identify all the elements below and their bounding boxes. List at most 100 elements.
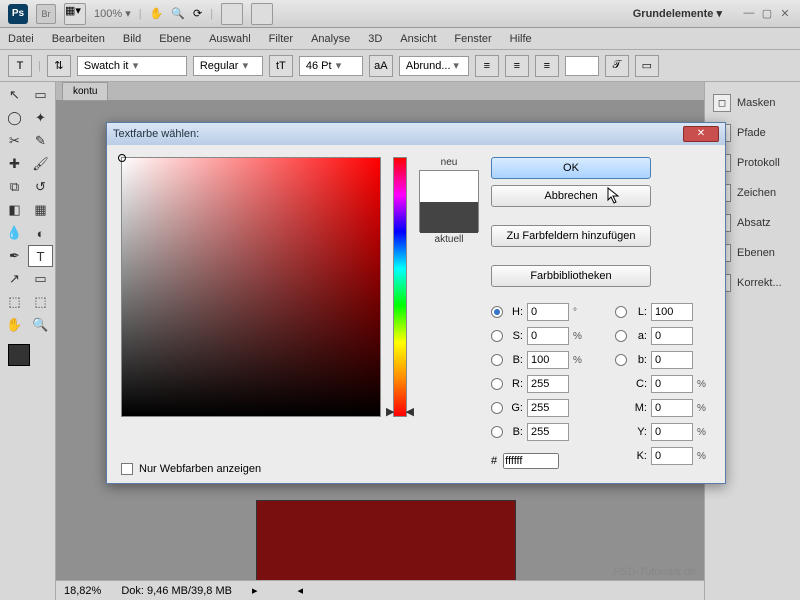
move-tool[interactable]: ↖ [2, 84, 27, 106]
close-button[interactable]: ✕ [778, 7, 792, 21]
radio-b[interactable] [491, 354, 503, 366]
ok-button[interactable]: OK [491, 157, 651, 179]
workspace-selector[interactable]: Grundelemente ▾ [633, 7, 722, 20]
screen-mode-button[interactable] [221, 3, 243, 25]
input-lb[interactable] [651, 351, 693, 369]
zoom-icon[interactable]: 🔍 [171, 7, 185, 20]
brush-tool[interactable]: 🖌 [28, 153, 53, 175]
crop-tool[interactable]: ✂ [2, 130, 27, 152]
gradient-tool[interactable]: ▦ [28, 199, 53, 221]
zoom-level[interactable]: 100% ▾ [94, 7, 131, 20]
input-hex[interactable] [503, 453, 559, 469]
foreground-color[interactable] [8, 344, 30, 366]
dodge-tool[interactable]: ◐ [28, 222, 53, 244]
radio-l[interactable] [615, 306, 627, 318]
dialog-close-button[interactable]: ✕ [683, 126, 719, 142]
dialog-titlebar[interactable]: Textfarbe wählen: ✕ [107, 123, 725, 145]
input-c[interactable] [651, 375, 693, 393]
wand-tool[interactable]: ✦ [28, 107, 53, 129]
zoom-readout[interactable]: 18,82% [64, 585, 101, 597]
font-family-select[interactable]: Swatch it▾ [77, 56, 187, 76]
input-l[interactable] [651, 303, 693, 321]
document-tab[interactable]: kontu [62, 82, 108, 101]
anti-alias-select[interactable]: Abrund...▾ [399, 56, 469, 76]
radio-g[interactable] [491, 402, 503, 414]
input-g[interactable] [527, 399, 569, 417]
align-left-button[interactable]: ≡ [475, 55, 499, 77]
menu-datei[interactable]: Datei [8, 33, 34, 45]
add-swatch-button[interactable]: Zu Farbfeldern hinzufügen [491, 225, 651, 247]
color-swatches[interactable] [2, 342, 53, 378]
web-colors-checkbox[interactable] [121, 463, 133, 475]
color-libraries-button[interactable]: Farbbibliotheken [491, 265, 651, 287]
align-center-button[interactable]: ≡ [505, 55, 529, 77]
pen-tool[interactable]: ✒ [2, 245, 27, 267]
radio-lb[interactable] [615, 354, 627, 366]
input-r[interactable] [527, 375, 569, 393]
maximize-button[interactable]: ▢ [760, 7, 774, 21]
input-bb[interactable] [527, 423, 569, 441]
statusbar: 18,82% Dok: 9,46 MB/39,8 MB ▸◂ [56, 580, 704, 600]
type-tool[interactable]: T [28, 245, 53, 267]
input-k[interactable] [651, 447, 693, 465]
eyedropper-tool[interactable]: ✎ [28, 130, 53, 152]
warp-text-button[interactable]: 𝒯 [605, 55, 629, 77]
menu-fenster[interactable]: Fenster [454, 33, 491, 45]
radio-h[interactable] [491, 306, 503, 318]
bridge-button[interactable]: Br [36, 4, 56, 24]
input-b[interactable] [527, 351, 569, 369]
cancel-button[interactable]: Abbrechen [491, 185, 651, 207]
3d-tool[interactable]: ⬚ [2, 291, 27, 313]
panel-masken[interactable]: ◻Masken [709, 88, 796, 118]
lasso-tool[interactable]: ◯ [2, 107, 27, 129]
hue-slider[interactable]: ▶◀ [393, 157, 407, 417]
menu-3d[interactable]: 3D [368, 33, 382, 45]
radio-r[interactable] [491, 378, 503, 390]
text-color-swatch[interactable] [565, 56, 599, 76]
align-right-button[interactable]: ≡ [535, 55, 559, 77]
color-field[interactable] [121, 157, 381, 417]
3d-camera-tool[interactable]: ⬚ [28, 291, 53, 313]
menu-ebene[interactable]: Ebene [159, 33, 191, 45]
marquee-tool[interactable]: ▭ [28, 84, 53, 106]
orientation-button[interactable]: ⇅ [47, 55, 71, 77]
color-marker[interactable] [118, 154, 126, 162]
character-panel-button[interactable]: ▭ [635, 55, 659, 77]
aa-label: aA [369, 55, 393, 77]
hand-icon[interactable]: ✋ [150, 7, 164, 20]
hand-tool[interactable]: ✋ [2, 314, 27, 336]
menu-hilfe[interactable]: Hilfe [510, 33, 532, 45]
radio-s[interactable] [491, 330, 503, 342]
menubar: Datei Bearbeiten Bild Ebene Auswahl Filt… [0, 28, 800, 50]
menu-analyse[interactable]: Analyse [311, 33, 350, 45]
font-size-select[interactable]: 46 Pt▾ [299, 56, 363, 76]
arrange-button[interactable]: ▦▾ [64, 3, 86, 25]
stamp-tool[interactable]: ⧉ [2, 176, 27, 198]
current-color[interactable] [420, 202, 478, 233]
menu-auswahl[interactable]: Auswahl [209, 33, 251, 45]
extras-button[interactable] [251, 3, 273, 25]
menu-filter[interactable]: Filter [269, 33, 293, 45]
input-a[interactable] [651, 327, 693, 345]
doc-size: Dok: 9,46 MB/39,8 MB [121, 585, 232, 597]
minimize-button[interactable]: — [742, 7, 756, 21]
zoom-tool[interactable]: 🔍 [28, 314, 53, 336]
blur-tool[interactable]: 💧 [2, 222, 27, 244]
shape-tool[interactable]: ▭ [28, 268, 53, 290]
path-tool[interactable]: ↗ [2, 268, 27, 290]
radio-a[interactable] [615, 330, 627, 342]
menu-bearbeiten[interactable]: Bearbeiten [52, 33, 105, 45]
input-s[interactable] [527, 327, 569, 345]
rotate-icon[interactable]: ⟳ [193, 7, 202, 20]
input-h[interactable] [527, 303, 569, 321]
menu-bild[interactable]: Bild [123, 33, 141, 45]
menu-ansicht[interactable]: Ansicht [400, 33, 436, 45]
eraser-tool[interactable]: ◧ [2, 199, 27, 221]
input-m[interactable] [651, 399, 693, 417]
web-colors-label: Nur Webfarben anzeigen [139, 463, 261, 475]
font-style-select[interactable]: Regular▾ [193, 56, 263, 76]
input-y[interactable] [651, 423, 693, 441]
radio-bb[interactable] [491, 426, 503, 438]
heal-tool[interactable]: ✚ [2, 153, 27, 175]
history-brush-tool[interactable]: ↺ [28, 176, 53, 198]
